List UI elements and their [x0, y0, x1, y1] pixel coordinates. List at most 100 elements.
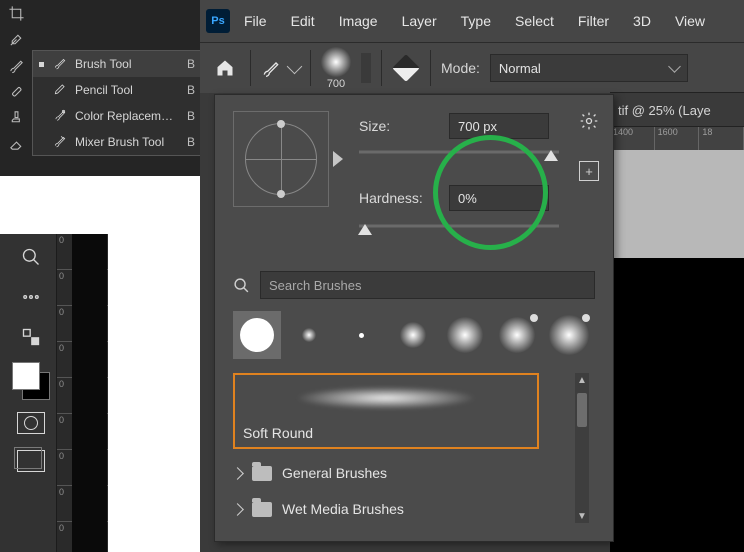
hardness-slider[interactable]: [359, 219, 559, 233]
angle-handle-icon[interactable]: [277, 190, 285, 198]
chevron-right-icon[interactable]: [231, 503, 244, 516]
flyout-item-label: Color Replacement Tool: [75, 109, 179, 123]
slider-thumb-icon[interactable]: [544, 150, 558, 161]
brush-stroke-preview-icon: [247, 383, 525, 413]
brush-tool-flyout: Brush Tool B Pencil Tool B Color Replace…: [0, 0, 200, 176]
menubar: Ps File Edit Image Layer Type Select Fil…: [200, 0, 744, 42]
crop-icon[interactable]: [0, 0, 32, 26]
menu-edit[interactable]: Edit: [281, 0, 325, 42]
flyout-item-shortcut: B: [187, 57, 195, 71]
brush-preview-icon: [321, 47, 351, 77]
folder-label: Wet Media Brushes: [282, 501, 404, 517]
menu-select[interactable]: Select: [505, 0, 564, 42]
chevron-right-icon[interactable]: [231, 467, 244, 480]
current-brush-preset[interactable]: Soft Round: [233, 373, 539, 449]
flyout-item-pencil[interactable]: Pencil Tool B: [33, 77, 201, 103]
brush-tool-list: Brush Tool B Pencil Tool B Color Replace…: [32, 50, 202, 156]
menu-image[interactable]: Image: [329, 0, 388, 42]
menu-view[interactable]: View: [665, 0, 715, 42]
tool-preset-picker[interactable]: [261, 58, 300, 78]
ruler-tick: 0: [59, 451, 64, 461]
home-icon[interactable]: [210, 53, 240, 83]
flyout-item-brush[interactable]: Brush Tool B: [33, 51, 201, 77]
scroll-thumb[interactable]: [577, 393, 587, 427]
photoshop-logo-icon[interactable]: Ps: [206, 9, 230, 33]
left-toolbar-strip: 0 0 0 0 0 0 0 0 0: [0, 234, 107, 552]
scroll-up-icon[interactable]: ▲: [575, 373, 589, 387]
gear-icon[interactable]: [579, 111, 599, 131]
size-label: Size:: [359, 118, 437, 134]
brush-folder[interactable]: General Brushes: [233, 455, 567, 491]
ruler-tick: 1600: [655, 127, 700, 151]
zoom-icon[interactable]: [14, 242, 48, 272]
flyout-item-label: Mixer Brush Tool: [75, 135, 179, 149]
search-brushes-input[interactable]: Search Brushes: [260, 271, 595, 299]
canvas-image[interactable]: [610, 258, 744, 552]
quick-mask-icon[interactable]: [14, 410, 48, 436]
chevron-down-icon: [668, 60, 681, 73]
separator: [250, 50, 251, 86]
options-bar: 700 Mode: Normal: [200, 42, 744, 93]
brush-icon: [53, 56, 67, 73]
menu-filter[interactable]: Filter: [568, 0, 619, 42]
preset-label: Soft Round: [243, 425, 313, 441]
flyout-item-color-replace[interactable]: Color Replacement Tool B: [33, 103, 201, 129]
selected-marker-icon: [37, 86, 45, 94]
menu-layer[interactable]: Layer: [392, 0, 447, 42]
ruler-tick: 0: [59, 235, 64, 245]
brush-folder[interactable]: Wet Media Brushes: [233, 491, 567, 527]
stamp-icon[interactable]: [0, 104, 32, 130]
flyout-tool-column: [0, 0, 32, 176]
foreground-color[interactable]: [12, 362, 40, 390]
more-tools-icon[interactable]: [14, 282, 48, 312]
flyout-item-mixer-brush[interactable]: Mixer Brush Tool B: [33, 129, 201, 155]
slider-thumb-icon[interactable]: [358, 224, 372, 235]
brush-thumb[interactable]: [545, 311, 593, 359]
brush-icon[interactable]: [0, 52, 32, 78]
brush-thumb[interactable]: [285, 311, 333, 359]
menu-file[interactable]: File: [234, 0, 277, 42]
document-tab-title: tif @ 25% (Laye: [618, 103, 711, 118]
new-brush-icon[interactable]: +: [579, 161, 599, 181]
brush-settings-popover: + Size: 700 px Hardness: 0% Search Brush…: [214, 94, 614, 542]
brush-thumb[interactable]: [493, 311, 541, 359]
ruler-tick: 0: [59, 271, 64, 281]
healing-icon[interactable]: [0, 78, 32, 104]
color-swatch[interactable]: [12, 362, 50, 400]
flip-brush-icon[interactable]: [333, 151, 343, 167]
angle-handle-icon[interactable]: [277, 120, 285, 128]
mode-select[interactable]: Normal: [490, 54, 688, 82]
ruler-tick: 0: [59, 343, 64, 353]
eraser-icon[interactable]: [0, 130, 32, 156]
separator: [381, 50, 382, 86]
hardness-label: Hardness:: [359, 190, 437, 206]
brush-thumb[interactable]: [233, 311, 281, 359]
swap-colors-icon[interactable]: [14, 322, 48, 352]
brush-list-scrollbar[interactable]: ▲ ▼: [575, 373, 589, 523]
menu-type[interactable]: Type: [451, 0, 501, 42]
document-tab[interactable]: tif @ 25% (Laye: [610, 92, 744, 127]
screen-mode-icon[interactable]: [14, 446, 48, 476]
menu-3d[interactable]: 3D: [623, 0, 661, 42]
brush-angle-control[interactable]: [233, 111, 329, 207]
ruler-tick: 1400: [610, 127, 655, 151]
brush-preview-picker[interactable]: 700: [321, 47, 351, 90]
size-input[interactable]: 700 px: [449, 113, 549, 139]
brush-thumb[interactable]: [337, 311, 385, 359]
brush-thumb[interactable]: [389, 311, 437, 359]
color-replacement-icon: [53, 108, 67, 125]
selected-marker-icon: [37, 112, 45, 120]
eyedropper-icon[interactable]: [0, 26, 32, 52]
flyout-item-label: Brush Tool: [75, 57, 179, 71]
separator: [430, 50, 431, 86]
brush-folder-list: General Brushes Wet Media Brushes: [233, 455, 567, 527]
size-slider[interactable]: [359, 145, 559, 159]
hardness-input[interactable]: 0%: [449, 185, 549, 211]
brush-panel-icon[interactable]: [392, 54, 420, 82]
brush-preview-dropdown[interactable]: [361, 53, 371, 83]
scroll-down-icon[interactable]: ▼: [575, 509, 589, 523]
mode-value: Normal: [499, 61, 541, 76]
brush-thumb[interactable]: [441, 311, 489, 359]
pin-icon: [530, 314, 538, 322]
mode-label: Mode:: [441, 60, 480, 76]
